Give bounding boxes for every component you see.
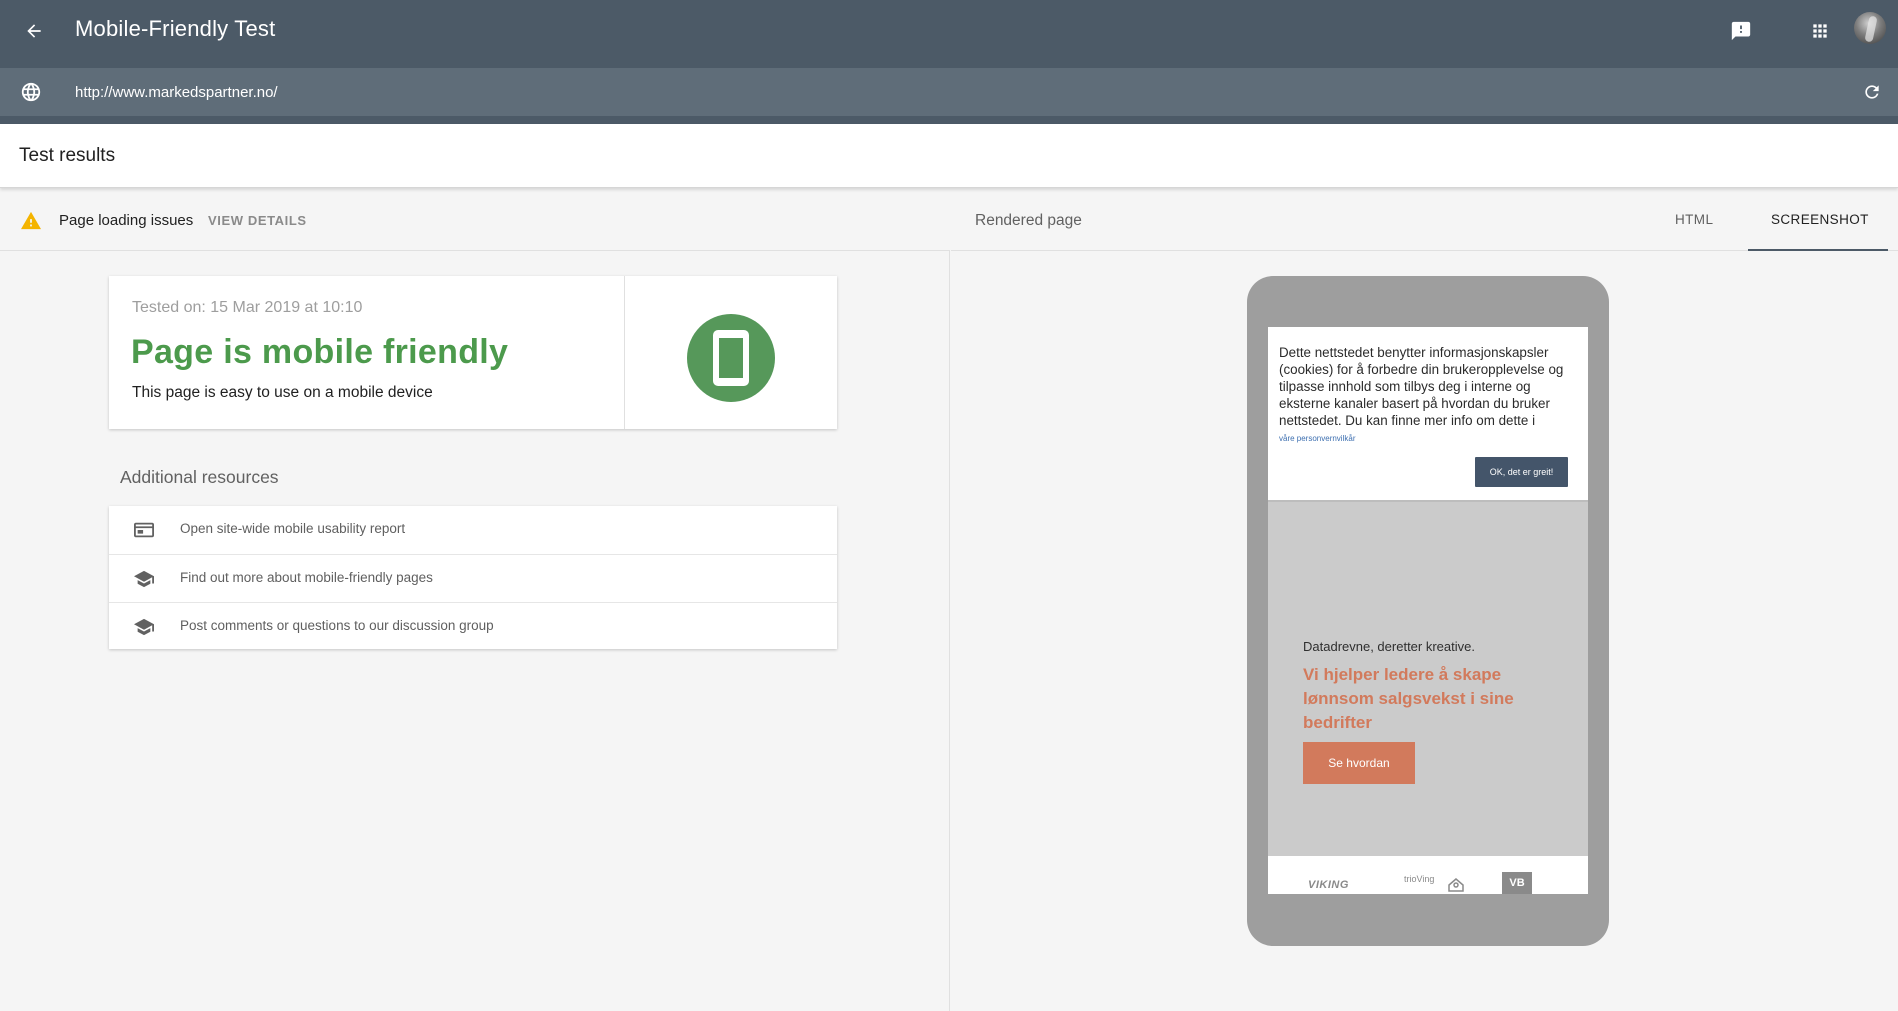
report-icon (134, 522, 154, 538)
cookie-accept-button: OK, det er greit! (1475, 457, 1568, 487)
tested-on-date: Tested on: 15 Mar 2019 at 10:10 (132, 299, 363, 316)
viking-logo: VIKING (1308, 879, 1349, 891)
page-screenshot: Dette nettstedet benytter informasjonska… (1268, 327, 1588, 894)
hero-tagline: Datadrevne, deretter kreative. (1303, 639, 1475, 654)
results-title: Test results (19, 145, 116, 166)
cookie-notice-text: Dette nettstedet benytter informasjonska… (1279, 345, 1564, 428)
results-panel: Page loading issues VIEW DETAILS Tested … (0, 188, 950, 1011)
school-icon (134, 618, 154, 636)
resource-discussion-group[interactable]: Post comments or questions to our discus… (109, 602, 837, 649)
arrow-back-icon (27, 24, 41, 38)
apps-button[interactable] (1802, 13, 1838, 49)
vb-logo: VB (1502, 872, 1532, 894)
additional-resources-title: Additional resources (120, 467, 279, 487)
hero-headline: Vi hjelper ledere å skape lønnsom salgsv… (1303, 665, 1514, 732)
refresh-icon (1865, 85, 1879, 99)
apps-grid-icon (1813, 24, 1827, 38)
app-bar: Mobile-Friendly Test (0, 0, 1898, 124)
warning-icon (21, 211, 41, 230)
status-description: This page is easy to use on a mobile dev… (132, 384, 433, 401)
privacy-terms-link: våre personvernvilkår (1279, 434, 1356, 443)
rendered-page-title: Rendered page (975, 212, 1082, 229)
result-card: Tested on: 15 Mar 2019 at 10:10 Page is … (109, 276, 837, 429)
selected-tab-indicator (1748, 249, 1888, 251)
app-title: Mobile-Friendly Test (75, 16, 276, 41)
rendered-page-panel: Rendered page HTML SCREENSHOT Dette nett… (951, 188, 1898, 1011)
smartphone-icon (713, 330, 749, 386)
rendered-page-bar: Rendered page HTML SCREENSHOT (951, 188, 1898, 251)
client-logos: VIKING trioVing VB (1268, 856, 1588, 894)
status-title: Page is mobile friendly (131, 333, 509, 371)
globe-icon (21, 82, 41, 102)
resources-list: Open site-wide mobile usability report F… (109, 506, 837, 649)
page-loading-issues-bar: Page loading issues VIEW DETAILS (0, 188, 950, 251)
feedback-icon (1731, 21, 1751, 41)
url-input[interactable] (75, 78, 1675, 106)
tab-html[interactable]: HTML (1675, 212, 1713, 227)
hero-section: Datadrevne, deretter kreative. Vi hjelpe… (1268, 500, 1588, 856)
school-icon (134, 570, 154, 588)
resource-label: Post comments or questions to our discus… (180, 618, 494, 633)
feedback-button[interactable] (1723, 13, 1759, 49)
resource-mobile-friendly-pages[interactable]: Find out more about mobile-friendly page… (109, 554, 837, 601)
house-logo-icon (1448, 878, 1464, 892)
view-details-button[interactable]: VIEW DETAILS (208, 213, 307, 228)
resource-label: Find out more about mobile-friendly page… (180, 570, 433, 585)
tab-screenshot[interactable]: SCREENSHOT (1771, 212, 1869, 227)
trioving-logo: trioVing (1404, 874, 1435, 884)
cta-button: Se hvordan (1303, 742, 1415, 784)
refresh-button[interactable] (1860, 80, 1884, 104)
phone-mockup: Dette nettstedet benytter informasjonska… (1247, 276, 1609, 946)
card-divider (624, 276, 625, 429)
url-bar (0, 68, 1898, 116)
resource-usability-report[interactable]: Open site-wide mobile usability report (109, 506, 837, 553)
account-avatar[interactable] (1854, 12, 1886, 44)
issues-text: Page loading issues (59, 212, 194, 229)
back-button[interactable] (16, 13, 52, 49)
results-header: Test results (0, 124, 1898, 188)
top-bar: Mobile-Friendly Test (0, 0, 1898, 62)
resource-label: Open site-wide mobile usability report (180, 521, 406, 536)
mobile-friendly-badge (687, 314, 775, 402)
